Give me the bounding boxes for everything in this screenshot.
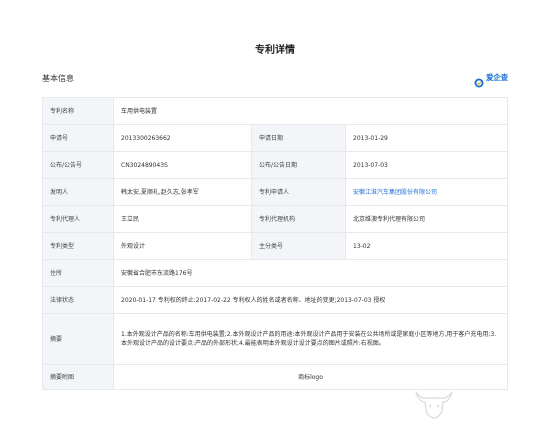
legal-status-value: 2020-01-17 专利权的终止:2017-02-22 专利权人的姓名或者名称… bbox=[113, 286, 508, 314]
table-row: 摘要附图 商标logo bbox=[42, 364, 508, 390]
table-row: 专利名称 车用供电装置 bbox=[42, 97, 508, 125]
applicant-link[interactable]: 安徽江淮汽车集团股份有限公司 bbox=[345, 178, 508, 206]
agency-label: 专利代理机构 bbox=[251, 205, 346, 233]
abstract-image-label: 摘要附图 bbox=[42, 364, 114, 390]
main-class-value: 13-02 bbox=[345, 232, 508, 260]
bull-watermark-icon bbox=[412, 388, 456, 420]
agent-label: 专利代理人 bbox=[42, 205, 114, 233]
publication-number-value: CN302489043S bbox=[113, 151, 252, 179]
qichacha-logo-icon bbox=[474, 73, 484, 87]
address-value: 安徽省合肥市东流路176号 bbox=[113, 259, 508, 287]
applicant-label: 专利申请人 bbox=[251, 178, 346, 206]
publication-date-label: 公布/公告日期 bbox=[251, 151, 346, 179]
legal-status-label: 法律状态 bbox=[42, 286, 114, 314]
table-row: 住所 安徽省合肥市东流路176号 bbox=[42, 259, 508, 287]
abstract-image-placeholder: 商标logo bbox=[113, 364, 508, 390]
section-title: 基本信息 bbox=[42, 74, 74, 83]
table-row: 专利代理人 王立民 专利代理机构 北京维澳专利代理有限公司 bbox=[42, 205, 508, 233]
abstract-label: 摘要 bbox=[42, 313, 114, 365]
application-date-value: 2013-01-29 bbox=[345, 124, 508, 152]
patent-type-value: 外观设计 bbox=[113, 232, 252, 260]
table-row: 发明人 韩太安,夏顺礼,赵久志,张孝军 专利申请人 安徽江淮汽车集团股份有限公司 bbox=[42, 178, 508, 206]
publication-date-value: 2013-07-03 bbox=[345, 151, 508, 179]
brand-text: 爱企查 bbox=[486, 73, 508, 82]
table-row: 专利类型 外观设计 主分类号 13-02 bbox=[42, 232, 508, 260]
application-number-label: 申请号 bbox=[42, 124, 114, 152]
page-title: 专利详情 bbox=[255, 45, 295, 56]
agency-value: 北京维澳专利代理有限公司 bbox=[345, 205, 508, 233]
inventor-label: 发明人 bbox=[42, 178, 114, 206]
table-row: 申请号 2013300263662 申请日期 2013-01-29 bbox=[42, 124, 508, 152]
address-label: 住所 bbox=[42, 259, 114, 287]
main-class-label: 主分类号 bbox=[251, 232, 346, 260]
patent-name-value: 车用供电装置 bbox=[113, 97, 508, 125]
table-row: 法律状态 2020-01-17 专利权的终止:2017-02-22 专利权人的姓… bbox=[42, 286, 508, 314]
abstract-value: 1.本外观设计产品的名称:车用供电装置;2.本外观设计产品的用途:本外观设计产品… bbox=[113, 313, 508, 365]
patent-type-label: 专利类型 bbox=[42, 232, 114, 260]
patent-info-table: 专利名称 车用供电装置 申请号 2013300263662 申请日期 2013-… bbox=[42, 97, 508, 390]
table-row: 摘要 1.本外观设计产品的名称:车用供电装置;2.本外观设计产品的用途:本外观设… bbox=[42, 313, 508, 365]
table-row: 公布/公告号 CN302489043S 公布/公告日期 2013-07-03 bbox=[42, 151, 508, 179]
application-date-label: 申请日期 bbox=[251, 124, 346, 152]
inventor-value: 韩太安,夏顺礼,赵久志,张孝军 bbox=[113, 178, 252, 206]
patent-name-label: 专利名称 bbox=[42, 97, 114, 125]
brand-logo[interactable]: 爱企查 bbox=[474, 72, 508, 87]
agent-value: 王立民 bbox=[113, 205, 252, 233]
application-number-value: 2013300263662 bbox=[113, 124, 252, 152]
publication-number-label: 公布/公告号 bbox=[42, 151, 114, 179]
